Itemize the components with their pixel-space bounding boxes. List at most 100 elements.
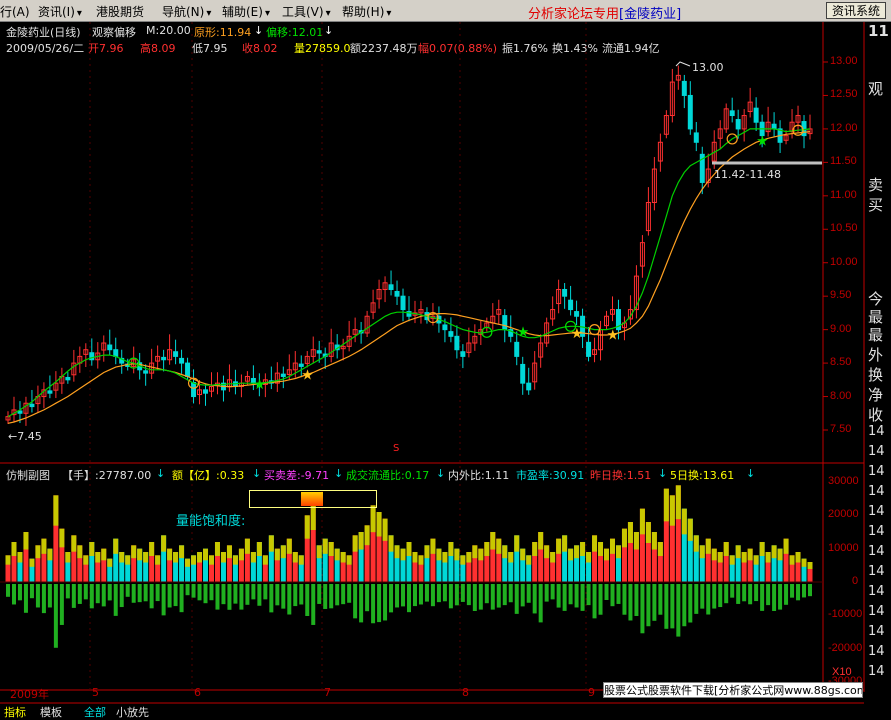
tab-xiaofangxian[interactable]: 小放先 <box>116 704 149 720</box>
volume-bar-cap <box>370 505 376 533</box>
volume-bar-cap <box>604 548 610 561</box>
volume-neg-bar <box>41 584 46 614</box>
volume-neg-bar <box>263 584 268 600</box>
sub-amount: 额【亿】:0.33 <box>172 469 245 482</box>
volume-neg-bar <box>53 584 58 648</box>
candle-body <box>173 351 179 357</box>
volume-bar-cap <box>95 552 101 563</box>
tab-zhibiao[interactable]: 指标 <box>4 704 26 720</box>
volume-neg-bar <box>424 584 429 602</box>
ma-orange-line <box>7 131 811 424</box>
volume-neg-bar <box>155 584 160 602</box>
volume-bar-cap <box>747 548 753 561</box>
volume-neg-bar <box>580 584 585 611</box>
candle-body <box>693 132 699 143</box>
right-panel-label: 卖 <box>868 176 884 194</box>
volume-neg-bar <box>730 584 735 598</box>
watermark-banner[interactable]: 股票公式股票软件下载[分析家公式网www.88gs.com] <box>603 682 863 698</box>
volume-bar-cap <box>729 555 735 565</box>
volume-bar-cap <box>23 532 29 550</box>
volume-bar-cap <box>214 542 220 556</box>
right-panel-number: 14 <box>868 524 885 539</box>
volume-bar-cap <box>705 538 711 554</box>
volume-neg-bar <box>47 584 52 608</box>
volume-bar-cap <box>430 538 436 554</box>
volume-neg-bar <box>472 584 477 611</box>
volume-neg-bar <box>592 584 597 619</box>
tab-quanbu[interactable]: 全部 <box>84 704 106 720</box>
volume-neg-bar <box>796 584 801 601</box>
volume-neg-bar <box>17 584 22 601</box>
volume-bar-cap <box>442 552 448 563</box>
volume-bar-cap <box>47 548 53 561</box>
volume-neg-bar <box>460 584 465 602</box>
volume-bar-cap <box>478 548 484 561</box>
tab-moban[interactable]: 模板 <box>40 704 62 720</box>
menu-item-zixun[interactable]: 资讯(I) ▾ <box>38 3 82 20</box>
candle-body <box>191 381 197 398</box>
volume-bar-cap <box>304 515 310 539</box>
signal-star: ★ <box>517 325 530 341</box>
volume-neg-bar <box>532 584 537 614</box>
volume-bar-cap <box>65 552 71 563</box>
volume-bar-cap <box>669 495 675 526</box>
volume-bar-cap <box>460 555 466 565</box>
volume-neg-bar <box>125 584 130 597</box>
menu-item-daohang[interactable]: 导航(N) ▾ <box>162 3 211 20</box>
menu-item-fuzhu[interactable]: 辅助(E) ▾ <box>222 3 270 20</box>
volume-neg-bar <box>203 584 208 604</box>
volume-tick-label: 30000 <box>828 475 859 487</box>
price-tick-label: 9.50 <box>830 289 852 302</box>
volume-neg-bar <box>329 584 334 609</box>
volume-bar-cap <box>226 545 232 559</box>
volume-bar-cap <box>681 508 687 535</box>
volume-neg-bar <box>766 584 771 606</box>
volume-bar-cap <box>352 535 358 552</box>
volume-bar-cap <box>771 545 777 559</box>
volume-neg-bar <box>407 584 411 613</box>
volume-neg-bar <box>179 584 184 613</box>
volume-neg-bar <box>646 584 651 627</box>
volume-neg-bar <box>221 584 226 605</box>
volume-bar-cap <box>155 555 161 565</box>
down-arrow-icon: ↓ <box>746 467 756 480</box>
menu-item-bangzhu[interactable]: 帮助(H) ▾ <box>342 3 391 20</box>
volume-bar-cap <box>400 548 406 561</box>
volume-bar-cap <box>346 555 352 565</box>
volume-bar-cap <box>71 535 77 552</box>
volume-tick-label: 10000 <box>828 541 859 554</box>
volume-neg-bar <box>610 584 615 607</box>
right-panel-label: 观 <box>868 80 884 98</box>
menu-item-ganggu[interactable]: 港股期货 <box>96 3 144 20</box>
candle-body <box>280 373 286 377</box>
menu-item-gongju[interactable]: 工具(V) ▾ <box>282 3 331 20</box>
volume-bar-cap <box>759 542 765 556</box>
volume-neg-bar <box>191 584 196 598</box>
volume-bar-cap <box>167 548 173 561</box>
menu-item-hangqing[interactable]: 行(A) <box>0 3 30 20</box>
volume-bar-cap <box>208 555 214 565</box>
month-label: 2009年 <box>10 688 49 701</box>
volume-bar-cap <box>316 545 322 559</box>
volume-neg-bar <box>772 584 777 611</box>
price-tick-label: 9.00 <box>830 322 852 335</box>
volume-bar-cap <box>466 552 472 563</box>
volume-bar-cap <box>502 545 508 559</box>
candle-body <box>574 311 580 317</box>
volume-bar-cap <box>687 518 693 541</box>
volume-bar-cap <box>789 555 795 565</box>
volume-bar-cap <box>496 538 502 554</box>
volume-bar-cap <box>203 548 209 561</box>
volume-neg-bar <box>77 584 82 604</box>
volume-neg-bar <box>83 584 88 600</box>
news-system-button[interactable]: 资讯系统 <box>826 2 886 19</box>
volume-bar-cap <box>562 535 568 552</box>
volume-neg-bar <box>323 584 328 609</box>
volume-bar-cap <box>741 552 747 563</box>
candle-body <box>753 107 759 123</box>
volume-bar-cap <box>173 552 179 563</box>
right-panel-number: 14 <box>868 544 885 559</box>
volume-bar-cap <box>53 495 59 526</box>
volume-neg-bar <box>317 584 322 604</box>
volume-bar-cap <box>274 548 280 561</box>
